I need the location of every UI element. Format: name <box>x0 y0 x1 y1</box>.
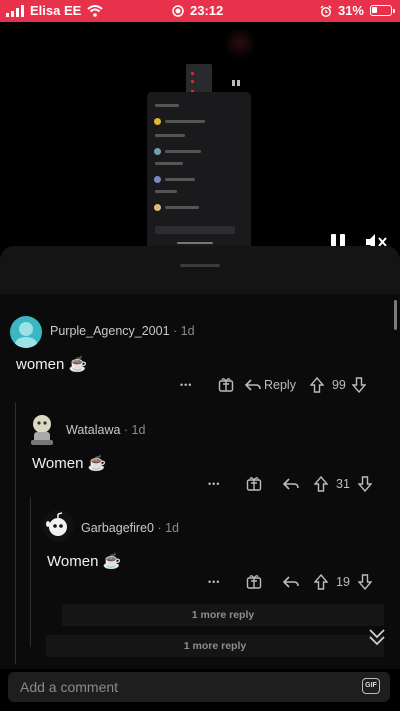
more-replies-button[interactable]: 1 more reply <box>46 635 384 657</box>
award-button[interactable] <box>246 574 262 590</box>
reply-icon <box>244 379 261 391</box>
comment-actions: ••• 19 <box>208 574 372 590</box>
upvote-button[interactable] <box>314 574 328 590</box>
comment-age: · 1d <box>157 521 179 535</box>
comment-actions: ••• 31 <box>208 476 372 492</box>
username[interactable]: Purple_Agency_2001 <box>50 324 170 338</box>
vote-count: 31 <box>336 477 350 491</box>
comment-actions: ••• Reply 99 <box>180 377 366 393</box>
comment-text: Women ☕ <box>32 455 107 472</box>
gif-button[interactable]: GIF <box>362 678 380 694</box>
downvote-button[interactable] <box>351 377 366 393</box>
battery-icon <box>370 5 395 16</box>
more-replies-button[interactable]: 1 more reply <box>62 604 384 626</box>
comment-username[interactable]: Garbagefire0 · 1d <box>81 521 179 535</box>
upvote-icon <box>314 476 328 492</box>
upvote-button[interactable] <box>309 377 324 393</box>
upvote-button[interactable] <box>314 476 328 492</box>
reply-button[interactable] <box>282 477 300 491</box>
downvote-button[interactable] <box>357 476 372 492</box>
comment-age: · 1d <box>173 324 195 338</box>
reply-icon <box>282 478 299 490</box>
recording-icon <box>172 4 184 17</box>
add-comment-input[interactable]: Add a comment GIF <box>8 672 390 702</box>
award-icon <box>246 575 262 589</box>
downvote-button[interactable] <box>357 574 372 590</box>
award-icon <box>218 378 234 392</box>
comment-age: · 1d <box>123 423 146 437</box>
more-options-button[interactable]: ••• <box>180 380 206 390</box>
wifi-icon <box>87 4 103 17</box>
award-button[interactable] <box>218 377 234 393</box>
vote-count: 99 <box>331 378 346 392</box>
scrollbar[interactable] <box>394 300 397 330</box>
reply-icon <box>282 576 299 588</box>
downvote-icon <box>351 377 366 393</box>
clock-time: 23:12 <box>190 3 224 18</box>
video-glow <box>222 28 258 58</box>
upvote-icon <box>314 574 328 590</box>
downvote-icon <box>357 476 372 492</box>
status-bar: Elisa EE 23:12 31% <box>0 0 400 22</box>
username[interactable]: Watalawa <box>66 423 120 437</box>
comment-text: Women ☕ <box>47 553 122 570</box>
vote-count: 19 <box>336 575 350 589</box>
award-button[interactable] <box>246 476 262 492</box>
more-options-button[interactable]: ••• <box>208 479 234 489</box>
more-options-button[interactable]: ••• <box>208 577 234 587</box>
sheet-drag-handle[interactable] <box>180 264 220 267</box>
downvote-icon <box>357 574 372 590</box>
comment-username[interactable]: Watalawa · 1d <box>66 423 145 437</box>
add-comment-placeholder[interactable]: Add a comment <box>20 679 118 695</box>
award-icon <box>246 477 262 491</box>
user-avatar[interactable] <box>27 412 57 446</box>
video-player[interactable] <box>0 22 400 264</box>
comment-username[interactable]: Purple_Agency_2001 · 1d <box>50 324 195 338</box>
comments-sheet-header[interactable] <box>0 246 400 294</box>
comment-text: women ☕ <box>16 356 88 373</box>
carrier-label: Elisa EE <box>30 3 82 18</box>
reply-button[interactable]: Reply <box>244 378 296 392</box>
signal-icon <box>6 4 24 17</box>
battery-percent: 31% <box>337 3 364 18</box>
user-avatar[interactable] <box>10 316 42 348</box>
thread-line <box>15 402 16 664</box>
upvote-icon <box>309 377 324 393</box>
user-avatar[interactable] <box>42 510 74 542</box>
alarm-icon <box>320 4 332 17</box>
reply-label[interactable]: Reply <box>264 378 296 392</box>
reply-button[interactable] <box>282 575 300 589</box>
thread-line <box>30 497 31 647</box>
username[interactable]: Garbagefire0 <box>81 521 154 535</box>
chevron-double-down-icon[interactable] <box>366 626 388 648</box>
video-frame-content <box>147 92 251 264</box>
